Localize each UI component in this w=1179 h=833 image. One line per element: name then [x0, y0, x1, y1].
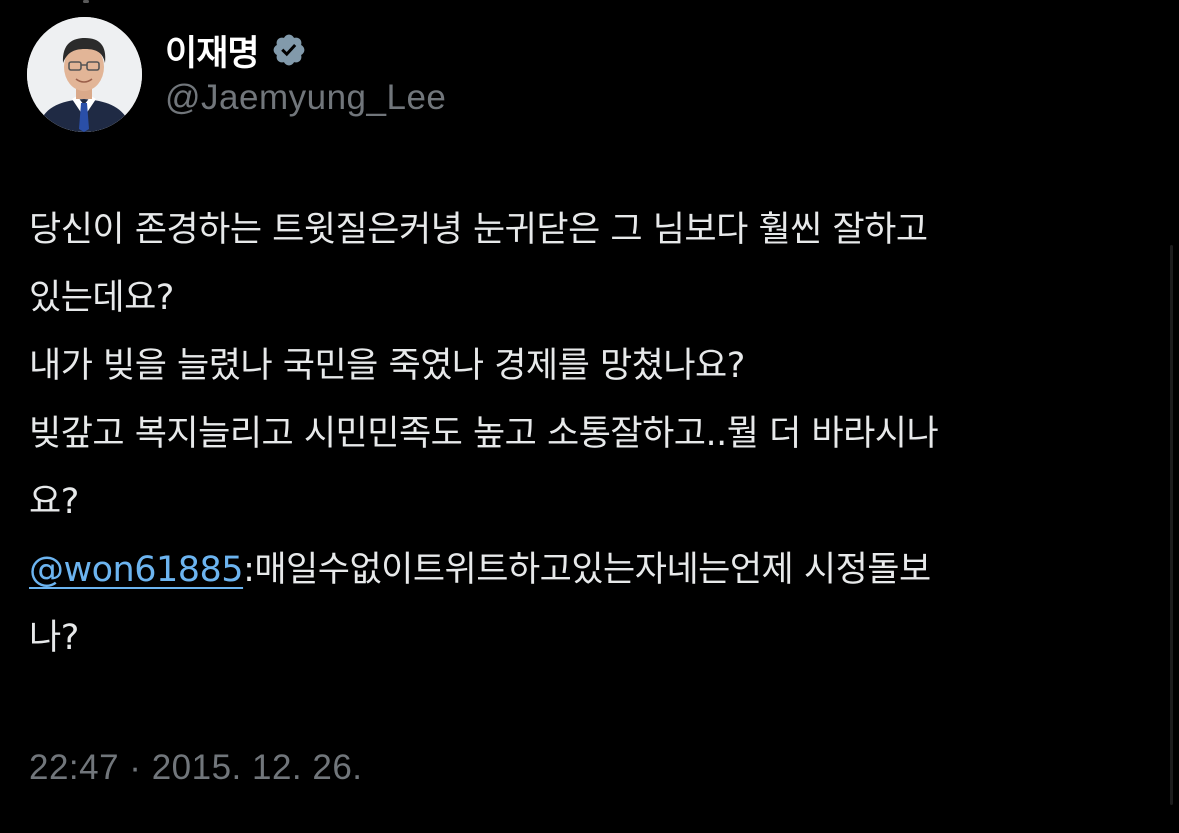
- tweet-line: 당신이 존경하는 트윗질은커녕 눈귀닫은 그 님보다 훨씬 잘하고: [29, 210, 928, 250]
- author-name-row: 이재명: [165, 26, 307, 74]
- profile-photo-icon: [27, 17, 142, 132]
- tweet-line: 있는데요?: [29, 278, 174, 318]
- verified-badge-icon: [271, 32, 307, 68]
- display-name[interactable]: 이재명: [165, 25, 260, 76]
- tweet-line: 요?: [29, 482, 79, 522]
- tweet-text: 당신이 존경하는 트윗질은커녕 눈귀닫은 그 님보다 훨씬 잘하고 있는데요? …: [29, 196, 1149, 672]
- tweet-card: 이재명 @Jaemyung_Lee 당신이 존경하는 트윗질은커녕 눈귀닫은 그…: [0, 0, 1179, 833]
- quote-line: @won61885:매일수없이트위트하고있는자네는언제 시정돌보: [29, 536, 1149, 604]
- tweet-timestamp[interactable]: 22:47 · 2015. 12. 26.: [29, 748, 363, 788]
- quote-line: 나?: [29, 618, 79, 658]
- tweet-line: 빚갚고 복지늘리고 시민민족도 높고 소통잘하고..뭘 더 바라시나: [29, 414, 939, 454]
- tweet-line: 내가 빚을 늘렸나 국민을 죽였나 경제를 망쳤나요?: [29, 346, 745, 386]
- quote-text: :매일수없이트위트하고있는자네는언제 시정돌보: [243, 550, 931, 590]
- avatar[interactable]: [27, 17, 142, 132]
- scrollbar[interactable]: [1170, 245, 1173, 805]
- author-handle[interactable]: @Jaemyung_Lee: [165, 78, 446, 118]
- mention-link[interactable]: @won61885: [29, 550, 244, 590]
- scroll-indicator: [83, 0, 89, 3]
